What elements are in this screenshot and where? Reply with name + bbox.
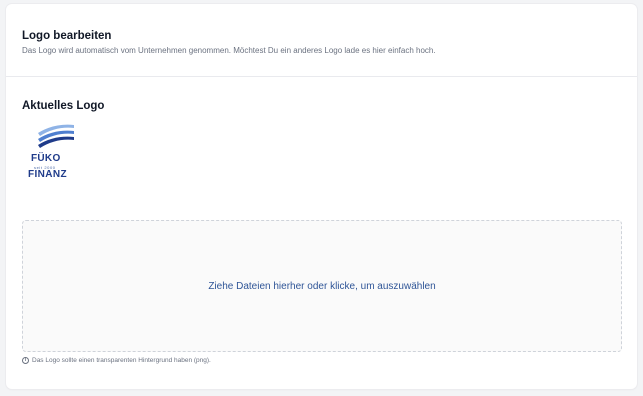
logo-brand-top: FÜKO	[31, 153, 61, 164]
logo-hint: i Das Logo sollte einen transparenten Hi…	[22, 357, 211, 364]
dropzone-label: Ziehe Dateien hierher oder klicke, um au…	[208, 280, 436, 292]
logo-settings-card: Logo bearbeiten Das Logo wird automatisc…	[6, 4, 637, 389]
info-icon: i	[22, 357, 29, 364]
logo-swoosh-icon	[38, 124, 74, 148]
page-title: Logo bearbeiten	[22, 30, 112, 42]
current-logo-title: Aktuelles Logo	[22, 100, 105, 112]
file-dropzone[interactable]: Ziehe Dateien hierher oder klicke, um au…	[22, 220, 622, 352]
card-body: Aktuelles Logo FÜKO seit 2000 FINANZ	[6, 77, 637, 183]
page-description: Das Logo wird automatisch vom Unternehme…	[22, 46, 436, 55]
card-header: Logo bearbeiten Das Logo wird automatisc…	[6, 4, 637, 77]
logo-brand-bottom: FINANZ	[28, 169, 68, 180]
current-logo-image: FÜKO seit 2000 FINANZ	[28, 123, 90, 183]
logo-hint-text: Das Logo sollte einen transparenten Hint…	[32, 357, 211, 364]
